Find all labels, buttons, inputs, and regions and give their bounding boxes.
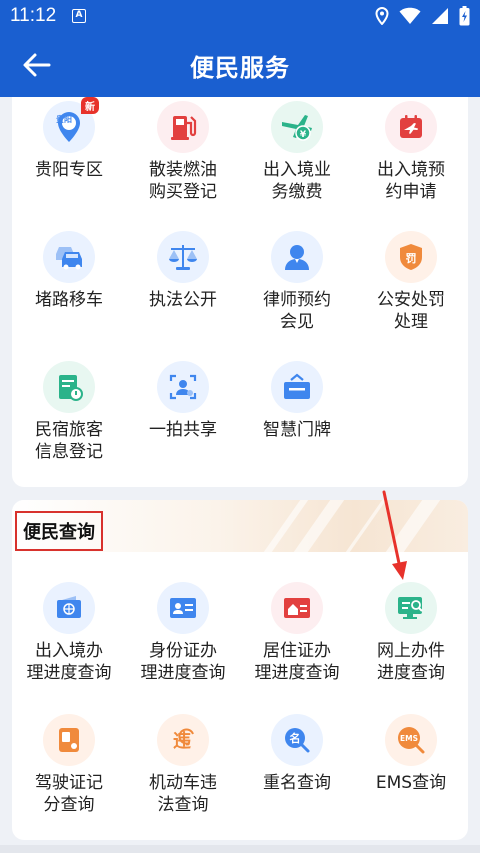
grid-item-entry-exit-booking[interactable]: 出入境预 约申请 [354, 101, 468, 203]
query-item-entry-exit-progress[interactable]: 出入境办 理进度查询 [12, 582, 126, 684]
query-item-same-name[interactable]: 名 重名查询 [240, 714, 354, 794]
query-item-id-card-progress[interactable]: 身份证办 理进度查询 [126, 582, 240, 684]
grid-item-label: 出入境业 务缴费 [263, 160, 331, 202]
same-name-glyph: 名 [290, 731, 301, 745]
location-icon [375, 7, 389, 25]
grid-item-plane-payment[interactable]: ¥ 出入境业 务缴费 [240, 101, 354, 203]
grid-item-law-enforcement[interactable]: 执法公开 [126, 231, 240, 311]
coin-glyph: ¥ [300, 130, 307, 140]
wifi-icon [399, 7, 421, 25]
query-item-online-progress[interactable]: 网上办件 进度查询 [354, 582, 468, 684]
app-header: 11:12 A 便民服务 [0, 0, 480, 97]
grid-item-label: 公安处罚 处理 [377, 290, 445, 332]
new-badge: 新 [81, 97, 99, 114]
grid-item-penalty[interactable]: 罚 公安处罚 处理 [354, 231, 468, 333]
query-item-label: 居住证办 理进度查询 [254, 641, 340, 683]
section-title: 便民查询 [15, 511, 103, 551]
query-item-license-points[interactable]: 驾驶证记 分查询 [12, 714, 126, 816]
grid-item-label: 堵路移车 [35, 290, 103, 310]
battery-icon [459, 6, 470, 26]
grid-item-photo-share[interactable]: 一拍共享 [126, 361, 240, 441]
door-plate-icon [271, 361, 323, 413]
register-form-icon [43, 361, 95, 413]
ems-glyph: EMS [400, 734, 418, 743]
plane-payment-icon: ¥ [271, 101, 323, 153]
query-item-vehicle-violation[interactable]: 违 机动车违 法查询 [126, 714, 240, 816]
grid-item-label: 执法公开 [149, 290, 217, 310]
query-item-label: 重名查询 [263, 773, 331, 793]
guiyang-icon: 贵阳 新 [43, 97, 99, 153]
lawyer-icon [271, 231, 323, 283]
status-time: 11:12 [10, 5, 57, 26]
grid-item-label: 律师预约 会见 [263, 290, 331, 332]
calendar-plane-icon [385, 101, 437, 153]
query-item-label: 驾驶证记 分查询 [35, 773, 103, 815]
grid-item-label: 一拍共享 [149, 420, 217, 440]
nav-bar: 便民服务 [0, 32, 480, 97]
guiyang-map-text: 贵阳 [56, 115, 72, 124]
bottom-edge [0, 845, 480, 853]
online-progress-icon [385, 582, 437, 634]
same-name-icon: 名 [271, 714, 323, 766]
query-item-ems[interactable]: EMS EMS查询 [354, 714, 468, 794]
penalty-icon: 罚 [385, 231, 437, 283]
query-item-residence-permit-progress[interactable]: 居住证办 理进度查询 [240, 582, 354, 684]
red-pointer-arrow-icon [382, 490, 407, 580]
grid-item-fuel[interactable]: 散装燃油 购买登记 [126, 101, 240, 203]
grid-item-homestay-register[interactable]: 民宿旅客 信息登记 [12, 361, 126, 463]
penalty-stamp-glyph: 罚 [406, 252, 417, 265]
signal-icon [432, 8, 448, 24]
face-scan-icon [157, 361, 209, 413]
query-item-label: 出入境办 理进度查询 [26, 641, 112, 683]
grid-item-smart-door-plate[interactable]: 智慧门牌 [240, 361, 354, 441]
ems-icon: EMS [385, 714, 437, 766]
grid-item-label: 出入境预 约申请 [377, 160, 445, 202]
grid-item-lawyer-meeting[interactable]: 律师预约 会见 [240, 231, 354, 333]
query-item-label: 身份证办 理进度查询 [140, 641, 226, 683]
query-item-label: EMS查询 [375, 773, 447, 793]
grid-item-label: 散装燃油 购买登记 [149, 160, 217, 202]
service-grid-card: 贵阳 新 贵阳专区 散装燃油 购买登记 ¥ 出入境业 务缴费 出入境预 约申请 … [12, 97, 468, 487]
license-points-icon [43, 714, 95, 766]
scales-icon [157, 231, 209, 283]
car-move-icon [43, 231, 95, 283]
notification-a-icon: A [72, 9, 86, 23]
fuel-icon [157, 101, 209, 153]
passport-icon [43, 582, 95, 634]
residence-card-icon [271, 582, 323, 634]
grid-item-label: 民宿旅客 信息登记 [35, 420, 103, 462]
grid-item-car-move[interactable]: 堵路移车 [12, 231, 126, 311]
grid-item-label: 智慧门牌 [263, 420, 331, 440]
grid-item-guiyang[interactable]: 贵阳 新 贵阳专区 [12, 97, 126, 181]
vehicle-violation-icon: 违 [157, 714, 209, 766]
id-card-icon [157, 582, 209, 634]
status-bar: 11:12 A [0, 0, 480, 32]
query-item-label: 机动车违 法查询 [149, 773, 217, 815]
grid-item-label: 贵阳专区 [35, 160, 103, 180]
query-item-label: 网上办件 进度查询 [377, 641, 445, 683]
page-title: 便民服务 [190, 54, 290, 82]
